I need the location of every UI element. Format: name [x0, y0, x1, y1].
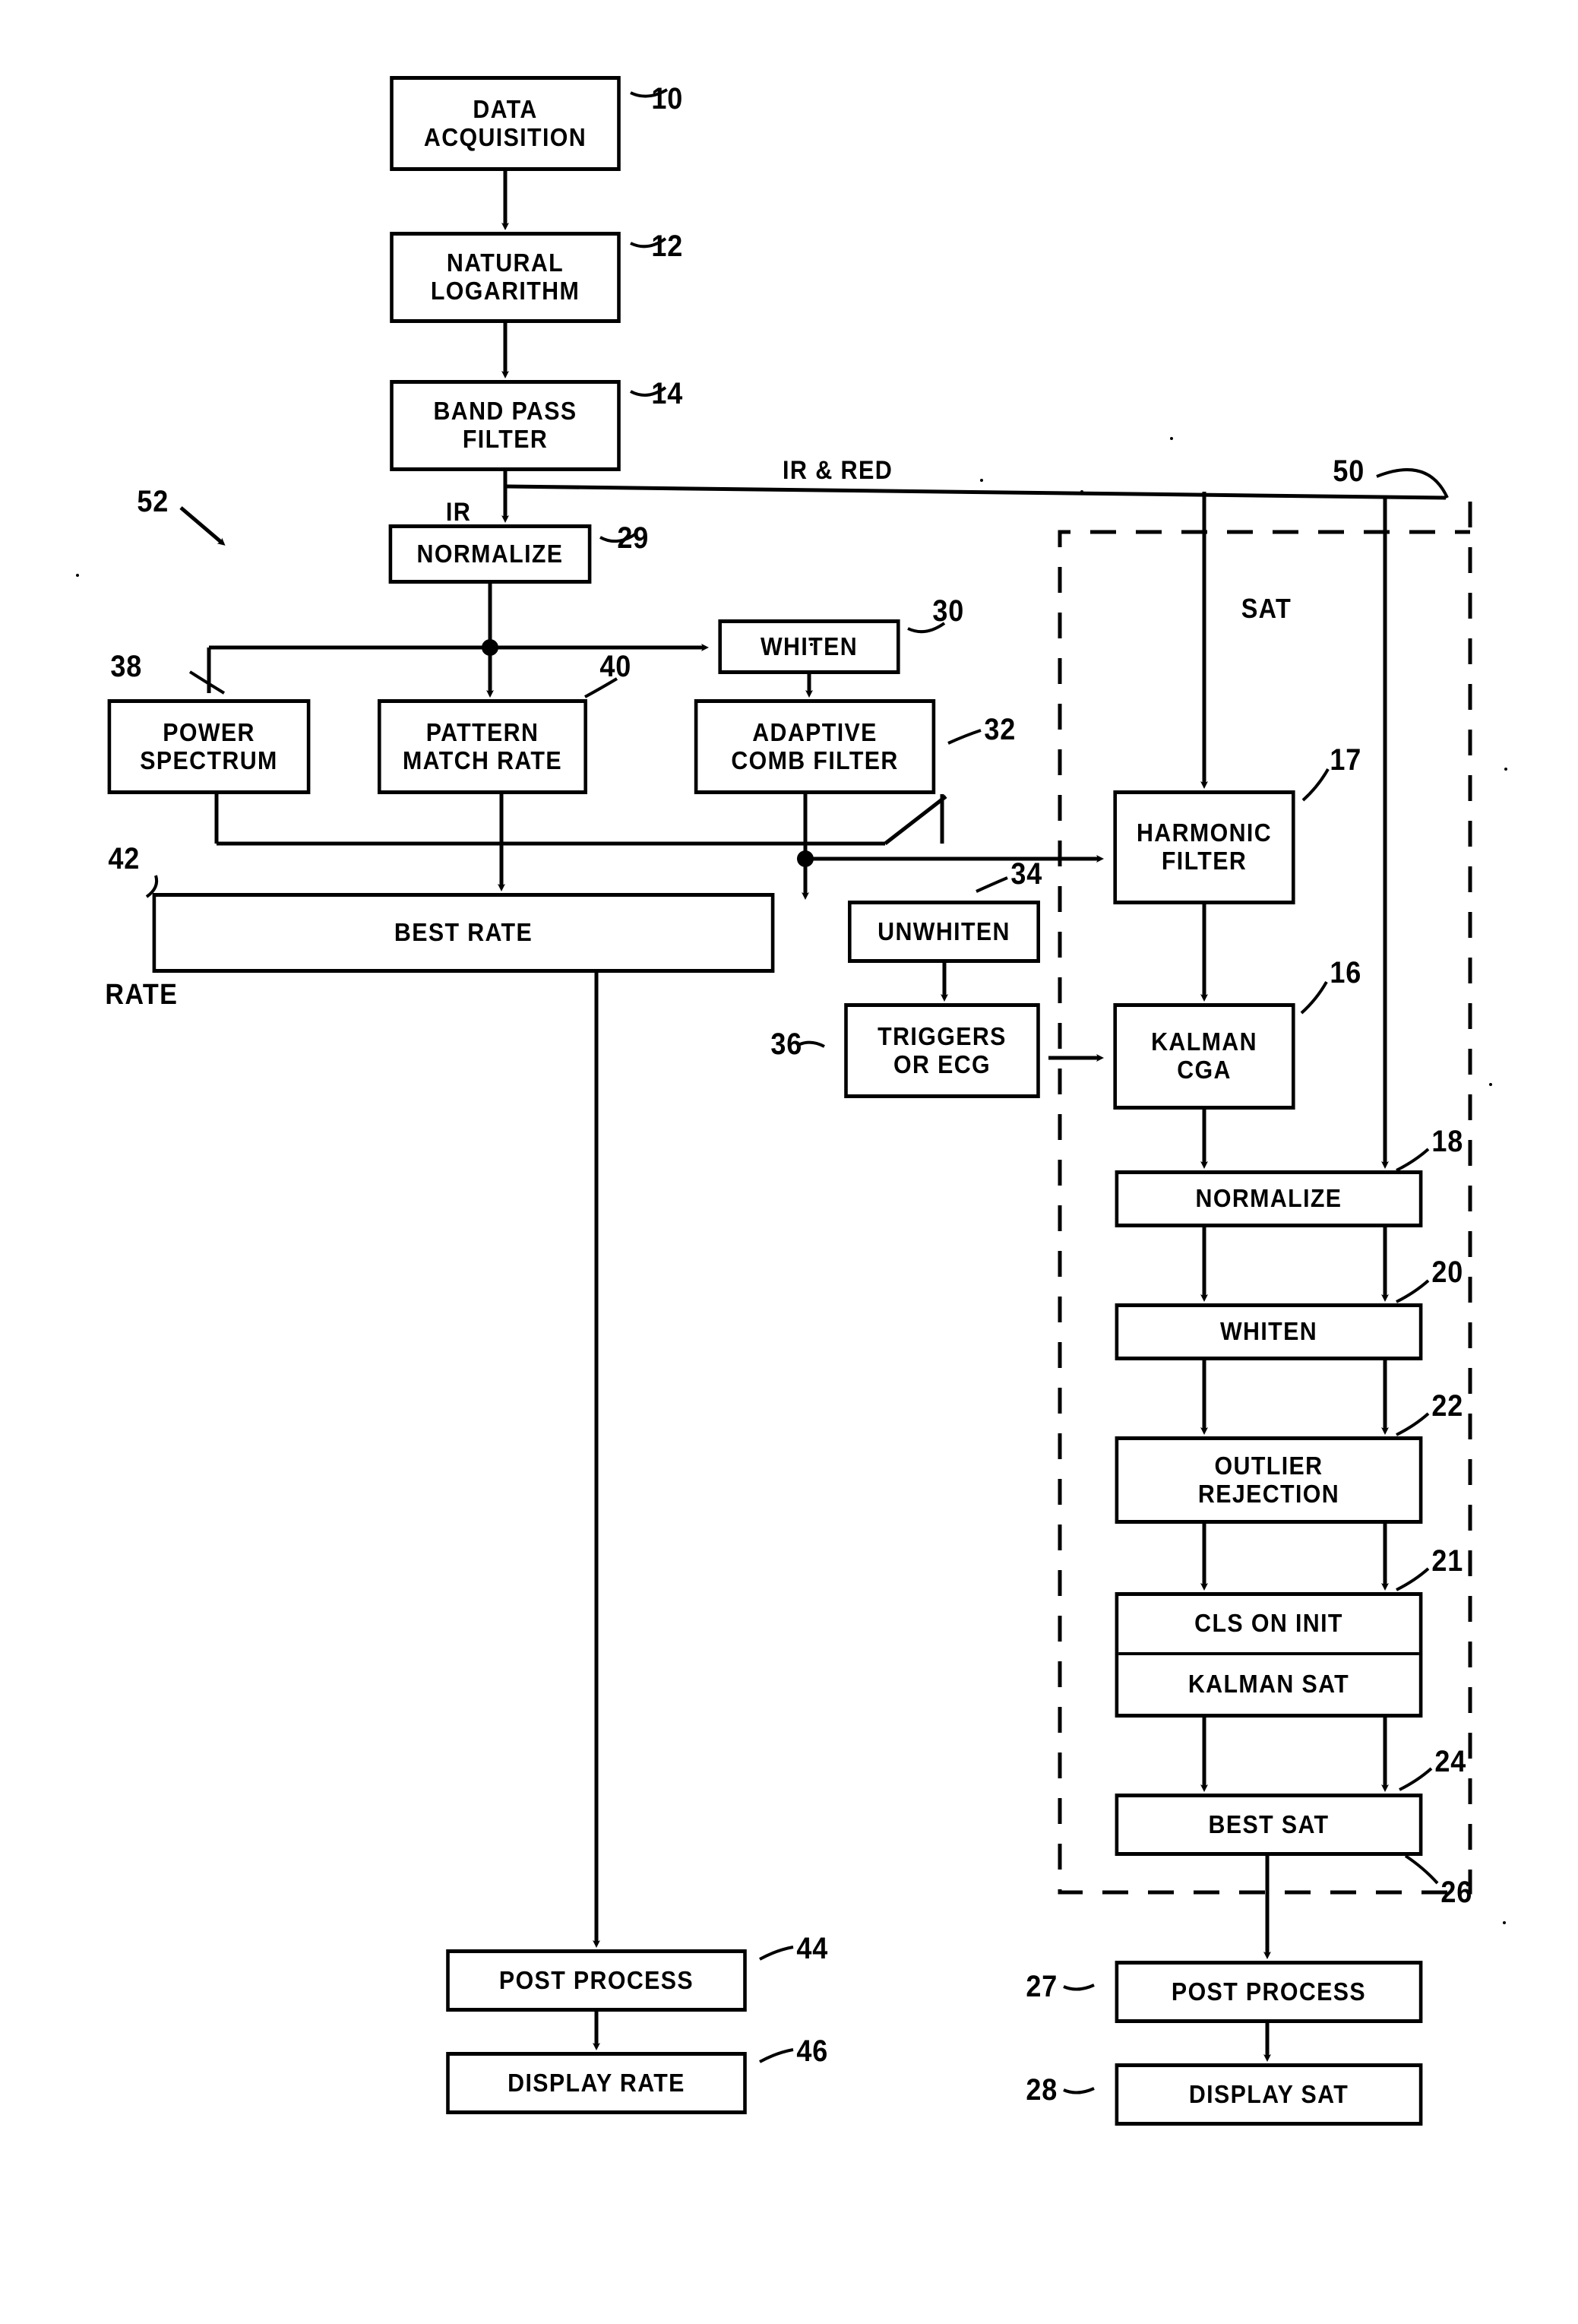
ref-numeral-28: 28: [1026, 2073, 1058, 2107]
label-output-rate: RATE: [105, 979, 179, 1011]
ref-numeral-46: 46: [796, 2034, 829, 2068]
label-signal-ir: IR: [445, 498, 472, 527]
ref-numeral-21: 21: [1431, 1544, 1464, 1578]
ref-numeral-38: 38: [110, 650, 143, 683]
block-kalman-cga: KALMAN CGA: [1113, 1003, 1295, 1110]
ref-numeral-18: 18: [1431, 1125, 1464, 1158]
scan-speck: [1170, 437, 1173, 440]
ref-numeral-17: 17: [1330, 743, 1362, 777]
ref-numeral-12: 12: [651, 230, 684, 263]
block-cls-on-init: CLS ON INIT: [1118, 1596, 1419, 1655]
block-line: POST PROCESS: [498, 1965, 694, 1994]
block-line: POST PROCESS: [1171, 1977, 1367, 2006]
block-line: POWER: [163, 717, 255, 746]
block-line: HARMONIC: [1136, 818, 1272, 847]
block-line: KALMAN: [1151, 1027, 1257, 1056]
block-band-pass-filter: BAND PASS FILTER: [390, 380, 621, 471]
block-line: BEST RATE: [394, 918, 533, 947]
block-line: PATTERN: [425, 717, 539, 746]
ref-numeral-44: 44: [796, 1932, 829, 1965]
scan-speck: [76, 574, 79, 577]
ref-numeral-40: 40: [599, 650, 632, 683]
scan-speck: [1503, 1921, 1506, 1924]
block-line: CLS ON INIT: [1194, 1609, 1343, 1638]
block-kalman-sat: KALMAN SAT: [1118, 1655, 1419, 1715]
block-line: REJECTION: [1197, 1479, 1340, 1508]
block-normalize-sat: NORMALIZE: [1115, 1170, 1423, 1227]
scan-speck: [1489, 1083, 1492, 1086]
block-line: CGA: [1177, 1056, 1232, 1084]
block-line: FILTER: [462, 425, 549, 453]
ref-numeral-14: 14: [651, 377, 684, 410]
block-line: MATCH RATE: [403, 746, 562, 774]
block-line: BEST SAT: [1208, 1809, 1330, 1838]
block-line: LOGARITHM: [430, 277, 580, 305]
block-pattern-match-rate: PATTERN MATCH RATE: [378, 699, 587, 794]
block-normalize-ir: NORMALIZE: [388, 524, 592, 584]
block-unwhiten: UNWHITEN: [848, 901, 1040, 963]
block-line: NORMALIZE: [1195, 1184, 1342, 1213]
block-power-spectrum: POWER SPECTRUM: [107, 699, 311, 794]
ref-numeral-52: 52: [137, 485, 169, 518]
ref-numeral-50: 50: [1333, 454, 1365, 488]
ref-numeral-26: 26: [1440, 1876, 1473, 1909]
label-signal-ir-red: IR & RED: [783, 456, 893, 485]
block-adaptive-comb-filter: ADAPTIVE COMB FILTER: [694, 699, 936, 794]
ref-numeral-22: 22: [1431, 1389, 1464, 1423]
block-best-sat: BEST SAT: [1115, 1794, 1423, 1856]
block-harmonic-filter: HARMONIC FILTER: [1113, 790, 1295, 904]
block-best-rate: BEST RATE: [152, 893, 775, 973]
ref-numeral-10: 10: [651, 82, 684, 116]
block-line: DISPLAY RATE: [508, 2068, 685, 2097]
ref-numeral-34: 34: [1010, 857, 1043, 891]
label-group-sat: SAT: [1241, 593, 1292, 624]
block-cls-on-init-kalman-sat: CLS ON INIT KALMAN SAT: [1115, 1592, 1423, 1718]
block-line: WHITEN: [760, 632, 859, 660]
block-line: COMB FILTER: [731, 746, 899, 774]
block-post-process-rate: POST PROCESS: [446, 1949, 747, 2012]
block-line: OR ECG: [893, 1050, 991, 1078]
ref-numeral-29: 29: [617, 521, 650, 555]
block-line: ACQUISITION: [423, 122, 587, 151]
ref-numeral-36: 36: [770, 1027, 803, 1061]
block-line: KALMAN SAT: [1187, 1669, 1350, 1698]
block-line: ADAPTIVE: [752, 717, 878, 746]
block-whiten-rate: WHITEN: [718, 619, 900, 674]
block-line: BAND PASS: [433, 397, 577, 426]
block-outlier-rejection: OUTLIER REJECTION: [1115, 1436, 1423, 1524]
block-display-sat: DISPLAY SAT: [1115, 2063, 1423, 2126]
ref-numeral-16: 16: [1330, 956, 1362, 989]
ref-numeral-27: 27: [1026, 1970, 1058, 2003]
scan-speck: [980, 479, 983, 482]
scan-speck: [1080, 490, 1083, 493]
scan-speck: [810, 643, 813, 646]
scan-speck: [1504, 768, 1507, 771]
ref-numeral-42: 42: [108, 842, 141, 875]
block-line: OUTLIER: [1214, 1451, 1323, 1480]
ref-numeral-24: 24: [1434, 1745, 1467, 1778]
block-line: WHITEN: [1219, 1317, 1318, 1346]
block-line: DATA: [473, 94, 538, 123]
block-line: NATURAL: [446, 249, 564, 277]
block-display-rate: DISPLAY RATE: [446, 2052, 747, 2114]
block-whiten-sat: WHITEN: [1115, 1303, 1423, 1360]
block-triggers-or-ecg: TRIGGERS OR ECG: [844, 1003, 1040, 1098]
block-line: TRIGGERS: [878, 1021, 1007, 1050]
block-line: DISPLAY SAT: [1188, 2079, 1349, 2108]
ref-numeral-32: 32: [984, 713, 1017, 746]
block-natural-logarithm: NATURAL LOGARITHM: [390, 232, 621, 323]
block-line: UNWHITEN: [878, 917, 1010, 945]
block-line: FILTER: [1161, 847, 1248, 875]
block-line: SPECTRUM: [140, 746, 278, 774]
block-data-acquisition: DATA ACQUISITION: [390, 76, 621, 171]
block-post-process-sat: POST PROCESS: [1115, 1961, 1423, 2023]
block-line: NORMALIZE: [416, 539, 564, 568]
patent-figure: DATA ACQUISITION NATURAL LOGARITHM BAND …: [0, 0, 1578, 2324]
ref-numeral-20: 20: [1431, 1255, 1464, 1289]
ref-numeral-30: 30: [932, 594, 965, 628]
